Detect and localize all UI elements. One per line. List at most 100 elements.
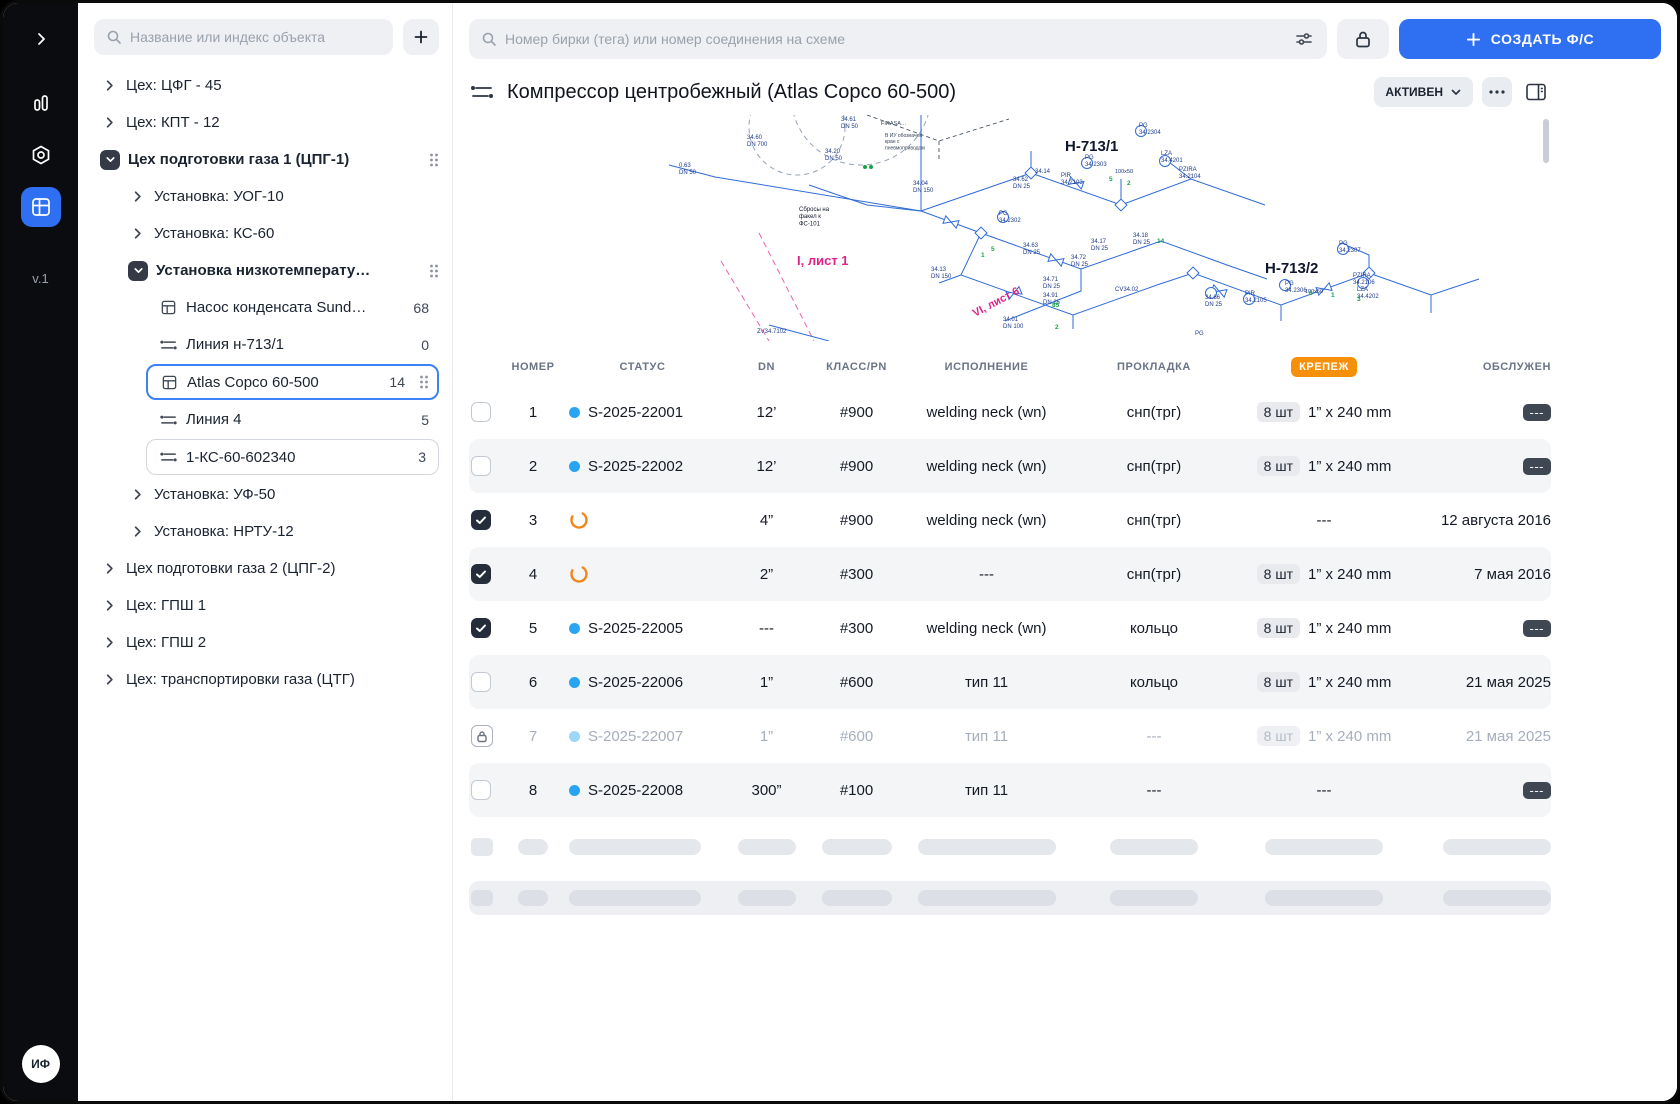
status-tag: S-2025-22005 — [588, 619, 684, 637]
side-panel-toggle-button[interactable] — [1521, 77, 1551, 107]
tree-search[interactable] — [94, 19, 393, 55]
cell-serviced: --- — [1409, 403, 1551, 421]
nav-assets-button[interactable] — [21, 135, 61, 175]
diagram-scrollbar[interactable] — [1543, 119, 1549, 163]
filters-button[interactable] — [1293, 30, 1315, 48]
tag-search-input[interactable] — [505, 31, 1285, 47]
table-row[interactable]: 3 4” #900 welding neck (wn) снп(трг) --- 12 ав… — [469, 493, 1551, 547]
drag-handle-icon — [430, 264, 438, 277]
drag-handle[interactable] — [429, 263, 439, 279]
diagram-label: 6 — [1309, 290, 1313, 297]
diagram-label: PG 34.2306 — [1285, 281, 1307, 294]
tree-item[interactable]: Цех: КПТ - 12 — [94, 104, 439, 141]
row-checkbox[interactable] — [471, 564, 491, 584]
row-checkbox[interactable] — [471, 618, 491, 638]
tree-item[interactable]: Установка: КС-60 — [94, 215, 439, 252]
cell-execution: welding neck (wn) — [926, 403, 1047, 421]
status-tag: S-2025-22002 — [588, 457, 684, 475]
column-header: ПРОКЛАДКА — [1117, 361, 1191, 373]
row-locked-icon — [471, 725, 493, 747]
diagram-label: 1 — [981, 252, 985, 259]
cell-class-pn: #600 — [839, 673, 874, 691]
diagram-label: H-713/2 — [1265, 260, 1318, 277]
expand-sidebar-button[interactable] — [21, 25, 61, 53]
diagram-label: 2 — [1055, 324, 1059, 331]
avatar[interactable]: ИФ — [21, 1045, 60, 1083]
tree-item[interactable]: Atlas Copco 60-500 14 — [146, 364, 439, 400]
tree-item[interactable]: Установка низкотемперату… — [94, 252, 439, 289]
diagram-label: LZA 34.4201 — [1161, 151, 1183, 164]
add-object-button[interactable] — [403, 19, 439, 55]
serviced-empty: --- — [1522, 619, 1551, 637]
nav-metrics-button[interactable] — [21, 83, 61, 123]
status-tag: S-2025-22006 — [588, 673, 684, 691]
tree-item[interactable]: Цех подготовки газа 2 (ЦПГ-2) — [94, 550, 439, 587]
tree-item[interactable]: 1-КС-60-602340 3 — [146, 439, 439, 475]
row-checkbox[interactable] — [471, 510, 491, 530]
collapse-toggle[interactable] — [128, 260, 148, 281]
tree-item[interactable]: Линия н-713/1 0 — [94, 326, 439, 363]
tree-item-label: 1-КС-60-602340 — [186, 448, 296, 466]
diagram-label: 0.63 DN 50 — [679, 163, 697, 176]
cell-fastener: --- — [1316, 511, 1332, 529]
tag-search[interactable] — [469, 19, 1327, 59]
tree-item[interactable]: Линия 4 5 — [94, 401, 439, 438]
drag-handle[interactable] — [419, 374, 429, 390]
tree-item[interactable]: Цех: ЦФГ - 45 — [94, 67, 439, 104]
cell-execution: --- — [979, 565, 994, 583]
table-row[interactable]: 7 S-2025-22007 1” #600 тип 11 --- 8 шт 1” x 240… — [469, 709, 1551, 763]
status-dropdown[interactable]: АКТИВЕН — [1374, 77, 1473, 107]
status-dot-icon — [569, 784, 580, 796]
table-row[interactable]: 5 S-2025-22005 --- #300 welding neck (wn) кол… — [469, 601, 1551, 655]
tree-item-label: Линия 4 — [186, 411, 242, 428]
more-actions-button[interactable] — [1482, 77, 1512, 107]
serviced-date: 21 мая 2025 — [1465, 727, 1551, 745]
tree-item[interactable]: Цех: ГПШ 2 — [94, 624, 439, 661]
chevron-right-icon — [134, 191, 141, 202]
create-fs-button[interactable]: СОЗДАТЬ Ф/С — [1399, 19, 1661, 59]
cell-status — [561, 510, 724, 530]
tree-item[interactable]: Цех подготовки газа 1 (ЦПГ-1) — [94, 141, 439, 178]
tree-item-label: Цех: ГПШ 1 — [126, 597, 207, 614]
connections-table: НОМЕР СТАТУС DN КЛАСС/PN ИСПОЛНЕНИЕ ПРОКЛАДКА… — [469, 349, 1551, 915]
skeleton-row — [469, 881, 1551, 915]
lock-button[interactable] — [1337, 19, 1389, 59]
nav-tables-button[interactable] — [20, 187, 61, 227]
cell-gasket: --- — [1146, 781, 1162, 799]
chevron-down-icon — [133, 268, 143, 273]
diagram-label: 100x50 — [1305, 289, 1323, 295]
collapse-toggle[interactable] — [100, 149, 120, 170]
cell-fastener: 8 шт 1” x 240 mm — [1239, 726, 1409, 746]
table-row[interactable]: 2 S-2025-22002 12’ #900 welding neck (wn) снп… — [469, 439, 1551, 493]
row-checkbox[interactable] — [471, 402, 491, 422]
tree-item[interactable]: Установка: НРТУ-12 — [94, 513, 439, 550]
cell-serviced: --- — [1409, 457, 1551, 475]
diagram-label: 1 — [1331, 292, 1335, 299]
diagram-label: 14 — [1157, 238, 1165, 245]
check-icon — [476, 570, 486, 578]
pid-diagram[interactable]: H-713/1 H-713/2 I, лист 1 VI, лист 6 34.61 DN… — [469, 115, 1551, 341]
tree-item[interactable]: Цех: ГПШ 1 — [94, 587, 439, 624]
piping-icon — [471, 86, 493, 98]
chevron-right-icon — [106, 674, 113, 685]
tree-search-input[interactable] — [130, 29, 381, 45]
tree-item[interactable]: Цех: транспортировки газа (ЦТГ) — [94, 661, 439, 698]
table-row[interactable]: 8 S-2025-22008 300” #100 тип 11 --- --- --- — [469, 763, 1551, 817]
tree-item[interactable]: Установка: УФ-50 — [94, 476, 439, 513]
cell-status: S-2025-22005 — [561, 620, 724, 637]
tree-item[interactable]: Насос конденсата Sund… 68 — [94, 289, 439, 326]
tree-item[interactable]: Установка: УОГ-10 — [94, 178, 439, 215]
cell-serviced: 21 мая 2025 — [1409, 728, 1551, 745]
table-row[interactable]: 6 S-2025-22006 1” #600 тип 11 кольцо 8 шт 1” x … — [469, 655, 1551, 709]
row-checkbox[interactable] — [471, 780, 491, 800]
cell-gasket: кольцо — [1129, 619, 1179, 637]
row-checkbox[interactable] — [471, 672, 491, 692]
item-count: 5 — [421, 411, 429, 428]
cell-class-pn: #900 — [839, 511, 874, 529]
diagram-label: 34.60 DN 700 — [747, 135, 768, 148]
table-row[interactable]: 1 S-2025-22001 12’ #900 welding neck (wn) снп… — [469, 385, 1551, 439]
drag-handle[interactable] — [429, 152, 439, 168]
table-row[interactable]: 4 2” #300 --- снп(трг) 8 шт 1” x 240 mm 7 мая 2… — [469, 547, 1551, 601]
row-checkbox[interactable] — [471, 456, 491, 476]
tree-item-label: Линия н-713/1 — [186, 336, 284, 353]
